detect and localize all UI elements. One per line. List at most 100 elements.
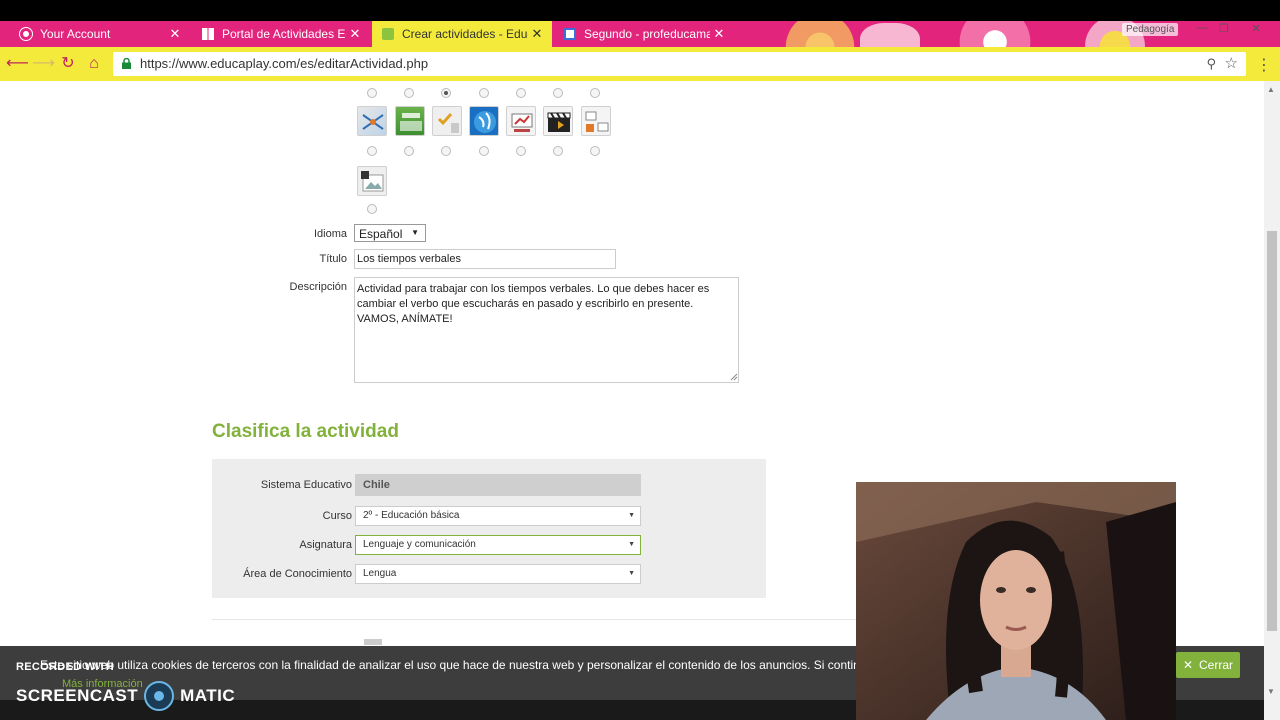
quiz-glyph xyxy=(437,113,459,133)
asignatura-label: Asignatura xyxy=(299,539,352,551)
relate-glyph xyxy=(585,111,609,132)
clapper-glyph xyxy=(547,112,571,132)
tab-title: Crear actividades - Educ xyxy=(402,27,528,41)
template-radio[interactable] xyxy=(590,146,600,156)
scroll-up-icon[interactable]: ▲ xyxy=(1267,85,1275,94)
tab-crear-actividades[interactable]: Crear actividades - Educ ✕ xyxy=(372,21,552,47)
forward-button[interactable]: ⟶ xyxy=(32,54,55,74)
template-radio-selected[interactable] xyxy=(441,88,451,98)
crossword-icon[interactable] xyxy=(357,106,387,136)
menu-icon[interactable]: ⋮ xyxy=(1256,55,1272,75)
template-radio[interactable] xyxy=(553,88,563,98)
webcam-person-image xyxy=(856,482,1176,720)
globe-glyph xyxy=(474,111,496,133)
curso-select[interactable]: 2º - Educación básica ▼ xyxy=(355,506,641,526)
idioma-value: Español xyxy=(359,227,403,241)
sistema-educativo-label: Sistema Educativo xyxy=(260,479,352,491)
tab-segundo-profeducama[interactable]: Segundo - profeducama ✕ xyxy=(554,21,734,47)
scroll-thumb[interactable] xyxy=(1267,231,1277,631)
back-button[interactable]: ⟵ xyxy=(6,54,29,74)
titulo-input[interactable]: Los tiempos verbales xyxy=(354,249,616,269)
area-conocimiento-select[interactable]: Lengua ▼ xyxy=(355,564,641,584)
educaplay-icon xyxy=(382,28,394,40)
area-conocimiento-label: Área de Conocimiento xyxy=(243,568,352,580)
close-icon[interactable]: ✕ xyxy=(528,26,546,42)
descripcion-label: Descripción xyxy=(289,281,347,293)
close-icon[interactable]: ✕ xyxy=(346,26,364,42)
zoom-icon[interactable]: ⚲ xyxy=(1206,56,1216,72)
close-window-button[interactable]: ✕ xyxy=(1244,22,1268,36)
cookie-close-label: Cerrar xyxy=(1199,658,1234,672)
classify-panel: Sistema Educativo Chile Curso 2º - Educa… xyxy=(212,459,766,598)
presentation-glyph xyxy=(511,113,533,132)
home-button[interactable]: ⌂ xyxy=(84,54,104,74)
relate-icon[interactable] xyxy=(581,106,611,136)
profile-label[interactable]: Pedagogía xyxy=(1122,23,1179,36)
tab-title: Segundo - profeducama xyxy=(584,27,710,41)
idioma-label: Idioma xyxy=(313,228,347,240)
cookie-close-button[interactable]: ✕ Cerrar xyxy=(1176,652,1240,678)
descripcion-textarea[interactable]: Actividad para trabajar con los tiempos … xyxy=(354,277,739,383)
close-icon: ✕ xyxy=(1182,658,1194,672)
resize-handle-icon[interactable] xyxy=(730,373,738,381)
quiz-icon[interactable] xyxy=(432,106,462,136)
template-radio[interactable] xyxy=(479,88,489,98)
screencast-logo-icon xyxy=(144,681,175,711)
scroll-down-icon[interactable]: ▼ xyxy=(1267,687,1275,696)
map-quiz-icon[interactable] xyxy=(395,106,425,136)
watermark-screencast: SCREENCAST xyxy=(16,686,139,705)
address-bar: ⟵ ⟶ ↻ ⌂ https://www.educaplay.com/es/edi… xyxy=(0,47,1280,81)
cookie-banner-text: Este sitio web utiliza cookies de tercer… xyxy=(40,658,856,672)
theme-flower-decoration xyxy=(860,23,920,47)
globe-icon[interactable] xyxy=(469,106,499,136)
template-radio[interactable] xyxy=(479,146,489,156)
maximize-button[interactable]: ❐ xyxy=(1212,22,1236,36)
template-radio[interactable] xyxy=(404,146,414,156)
idioma-select[interactable]: Español ▼ xyxy=(354,224,426,242)
tab-title: Your Account xyxy=(40,27,111,41)
template-radio[interactable] xyxy=(590,88,600,98)
sistema-educativo-value: Chile xyxy=(363,479,390,491)
titulo-value: Los tiempos verbales xyxy=(357,253,461,265)
tab-title: Portal de Actividades Edu xyxy=(222,27,346,41)
bookmark-star-icon[interactable]: ☆ xyxy=(1225,54,1238,72)
tab-your-account[interactable]: Your Account ✕ xyxy=(0,21,190,47)
minimize-button[interactable]: — xyxy=(1190,22,1214,36)
template-radio[interactable] xyxy=(367,88,377,98)
page-scrollbar[interactable]: ▲ ▼ xyxy=(1264,81,1280,720)
url-input[interactable]: https://www.educaplay.com/es/editarActiv… xyxy=(113,52,1246,76)
chevron-down-icon: ▼ xyxy=(628,541,635,548)
theme-flower-decoration xyxy=(780,21,860,47)
close-icon[interactable]: ✕ xyxy=(710,26,728,42)
titulo-label: Título xyxy=(319,253,347,265)
close-icon[interactable]: ✕ xyxy=(166,26,184,42)
asignatura-select[interactable]: Lenguaje y comunicación ▼ xyxy=(355,535,641,555)
divider xyxy=(212,619,856,620)
template-radio[interactable] xyxy=(404,88,414,98)
template-radio[interactable] xyxy=(516,88,526,98)
chevron-down-icon: ▼ xyxy=(628,570,635,577)
template-radio[interactable] xyxy=(367,204,377,214)
presentation-icon[interactable] xyxy=(506,106,536,136)
descripcion-value: Actividad para trabajar con los tiempos … xyxy=(357,283,710,325)
watermark-matic: MATIC xyxy=(180,686,236,705)
template-radio[interactable] xyxy=(553,146,563,156)
chrome-profile-icon xyxy=(20,28,32,40)
template-radio[interactable] xyxy=(516,146,526,156)
map-glyph xyxy=(400,113,422,131)
template-radio[interactable] xyxy=(367,146,377,156)
watermark-screencast-matic: SCREENCAST MATIC xyxy=(16,681,235,711)
lock-icon xyxy=(122,58,131,69)
image-icon[interactable] xyxy=(357,166,387,196)
section-title: Clasifica la actividad xyxy=(212,421,399,442)
reload-button[interactable]: ↻ xyxy=(58,54,78,74)
asignatura-value: Lenguaje y comunicación xyxy=(363,539,476,550)
watermark-recorded-with: RECORDED WITH xyxy=(16,661,115,673)
image-glyph xyxy=(361,171,384,192)
video-quiz-icon[interactable] xyxy=(543,106,573,136)
theme-flower-decoration xyxy=(950,21,1040,47)
tab-portal-actividades[interactable]: Portal de Actividades Edu ✕ xyxy=(190,21,370,47)
template-radio[interactable] xyxy=(441,146,451,156)
chevron-down-icon: ▼ xyxy=(628,512,635,519)
curso-value: 2º - Educación básica xyxy=(363,510,460,521)
